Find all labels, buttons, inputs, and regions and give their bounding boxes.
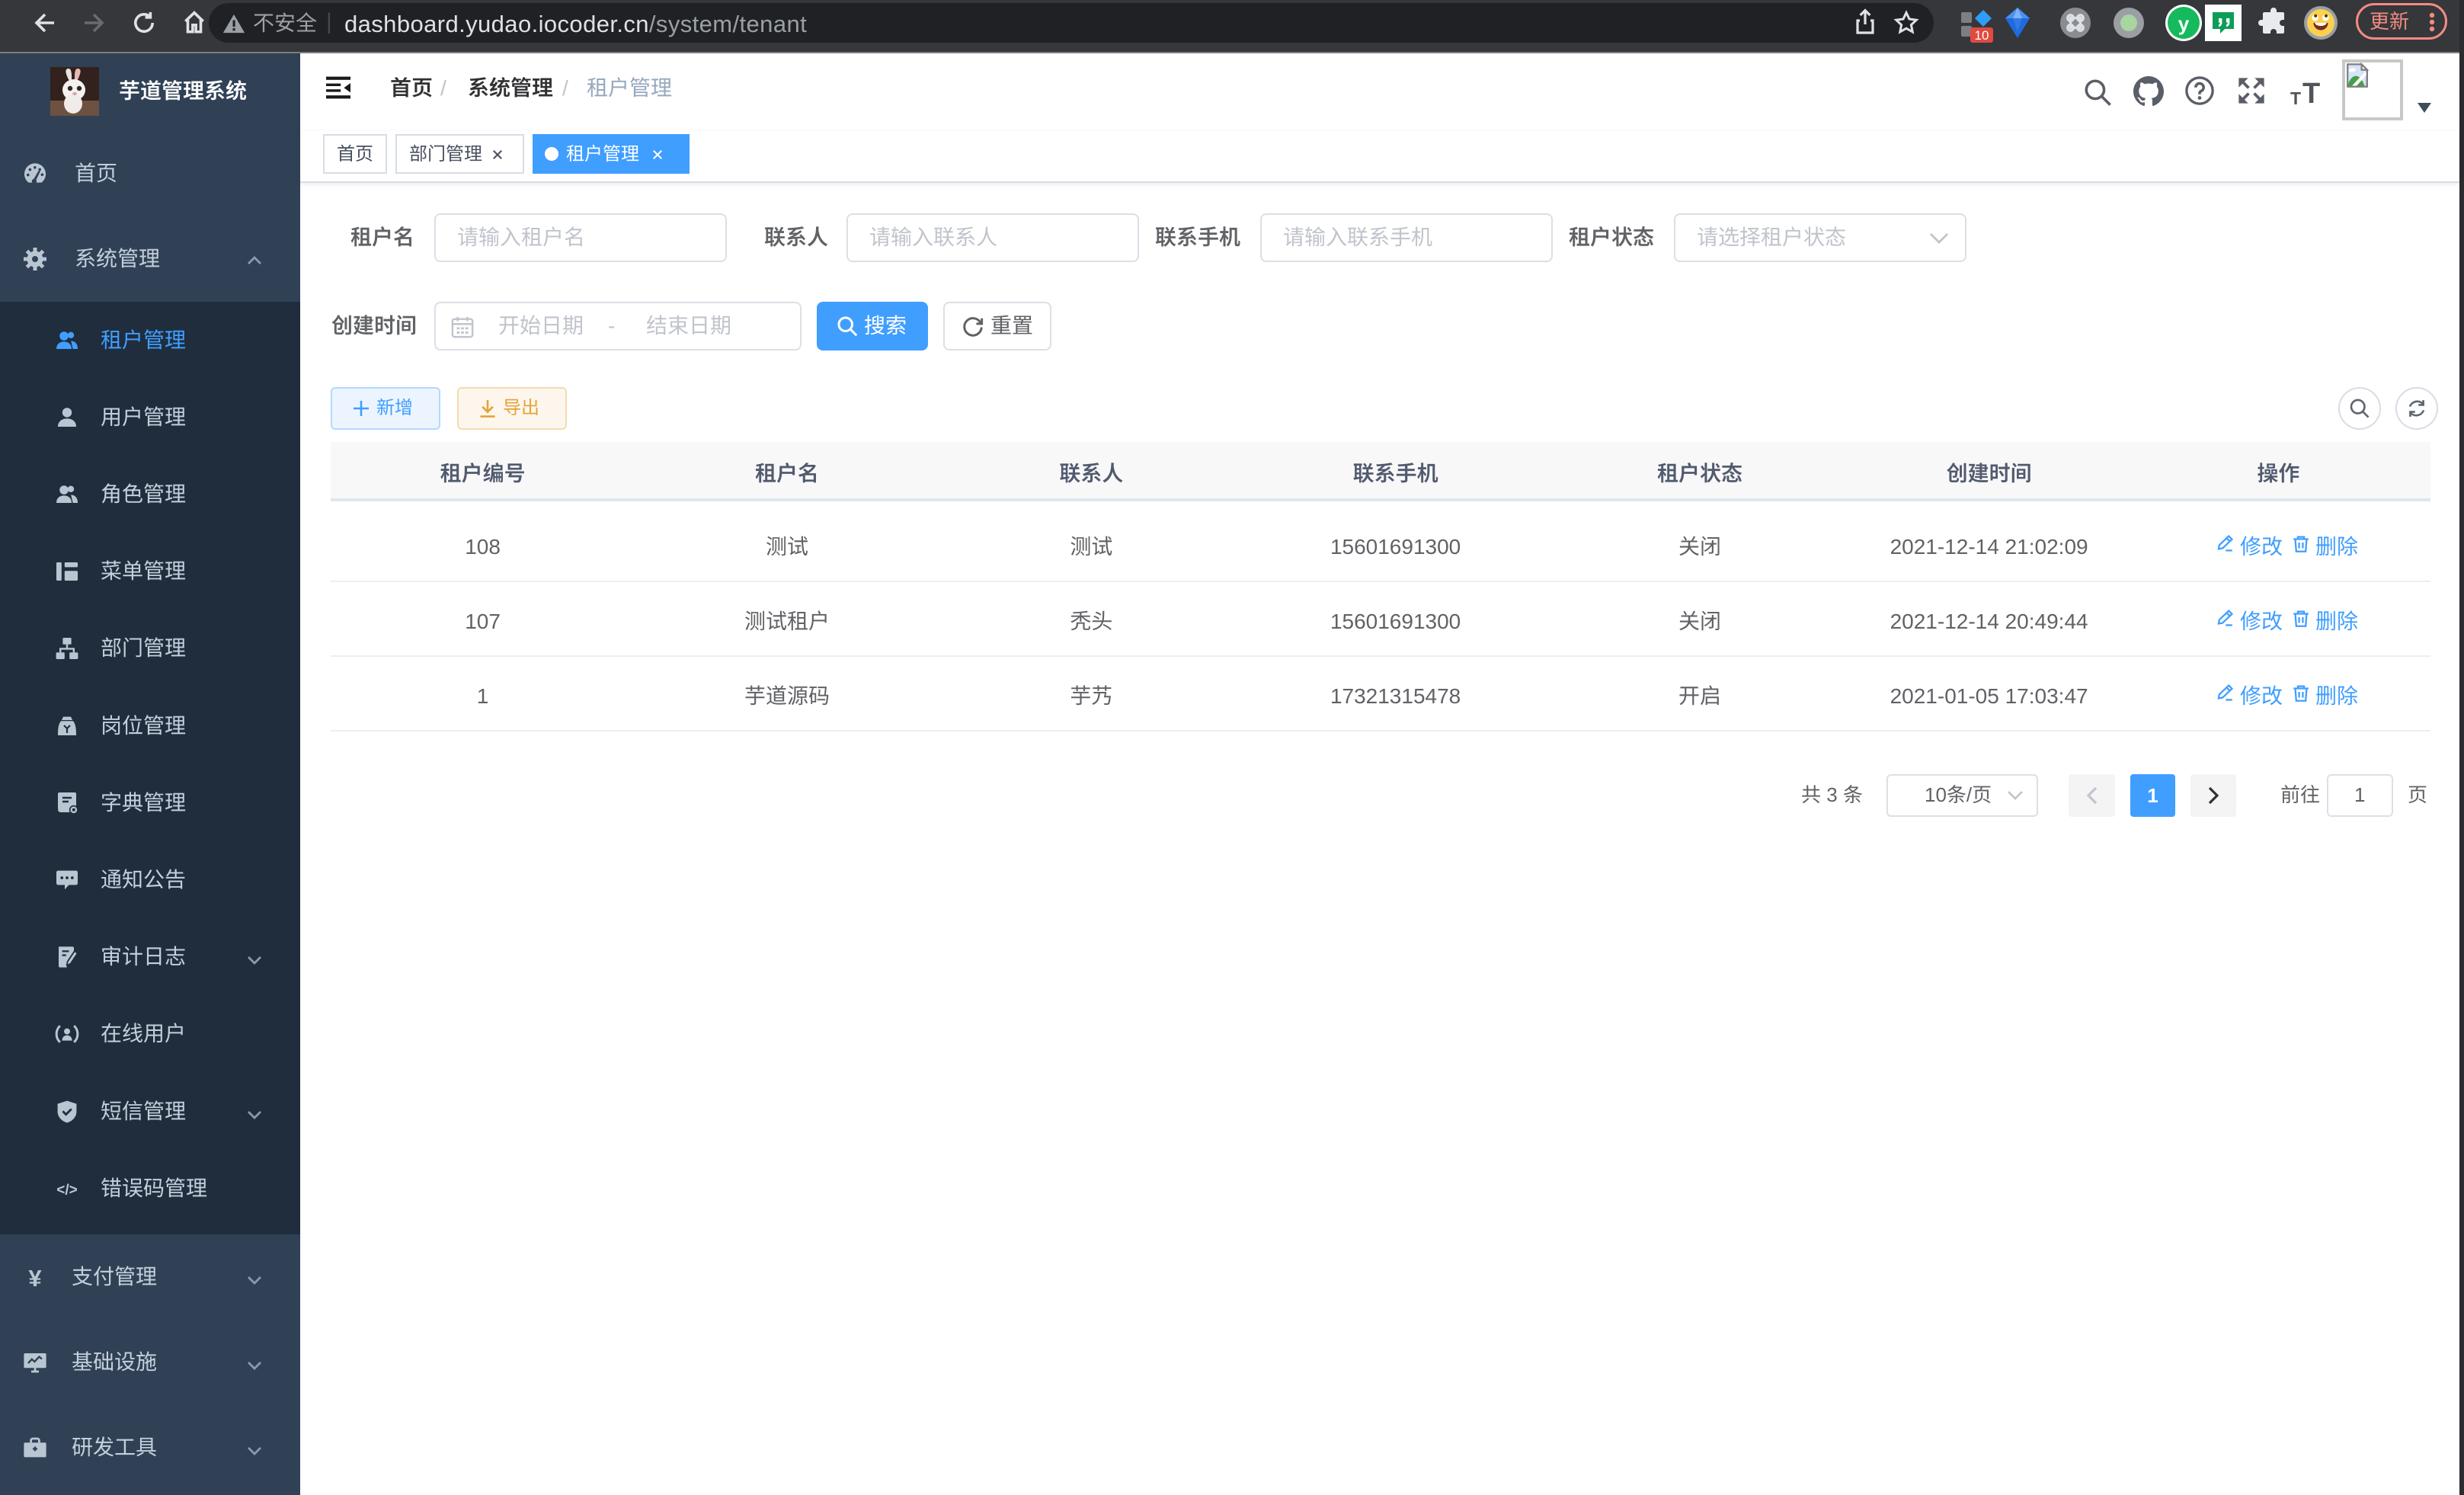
svg-text:10: 10 [1975,28,1989,43]
svg-text:¥: ¥ [28,1265,42,1292]
svg-text:y: y [2178,12,2190,35]
svg-text:</>: </> [56,1182,77,1198]
